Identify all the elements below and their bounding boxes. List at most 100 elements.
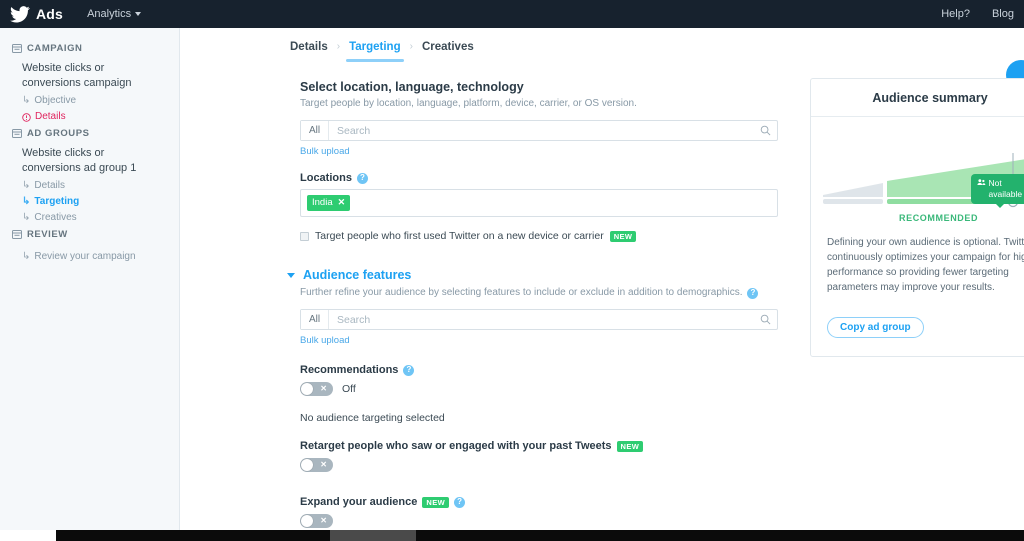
new-badge: NEW	[422, 497, 449, 509]
chevron-down-icon	[287, 273, 295, 278]
gauge-tooltip-text: Not available	[989, 178, 1024, 200]
chip-label: India	[312, 197, 333, 209]
help-icon[interactable]: ?	[454, 497, 465, 508]
main-content: Details › Targeting › Creatives Select l…	[180, 28, 1024, 530]
branch-icon: ↳	[22, 96, 30, 106]
expand-audience-toggle[interactable]: ✕	[300, 514, 333, 528]
audience-search-input[interactable]	[329, 310, 753, 329]
audience-search-row[interactable]: All	[300, 309, 778, 330]
toggle-knob	[301, 515, 313, 527]
breadcrumb-separator: ›	[337, 41, 340, 61]
new-badge: NEW	[610, 231, 637, 243]
help-icon[interactable]: ?	[403, 365, 414, 376]
recommendations-toggle-row: ✕ Off	[300, 382, 800, 396]
recommended-label: RECOMMENDED	[899, 213, 978, 223]
top-nav-right-group: Help? Blog	[919, 8, 1014, 20]
search-icon[interactable]	[753, 121, 777, 140]
retarget-label: Retarget people who saw or engaged with …	[300, 440, 612, 452]
recommendations-label: Recommendations	[300, 364, 398, 376]
audience-features-header[interactable]: Audience features	[287, 268, 800, 282]
sidebar-item-targeting[interactable]: ↳ Targeting	[0, 194, 179, 210]
branch-icon: ↳	[22, 213, 30, 223]
expand-audience-label: Expand your audience	[300, 496, 417, 508]
audience-search-scope[interactable]: All	[301, 310, 329, 329]
targeting-form: Select location, language, technology Ta…	[300, 80, 800, 530]
new-device-checkbox-row[interactable]: Target people who first used Twitter on …	[300, 230, 800, 242]
brand-logo[interactable]: Ads	[10, 6, 63, 23]
breadcrumb: Details › Targeting › Creatives	[180, 28, 1024, 62]
toggle-knob	[301, 383, 313, 395]
help-icon[interactable]: ?	[747, 288, 758, 299]
close-icon: ✕	[320, 461, 327, 469]
audience-summary-text: Defining your own audience is optional. …	[827, 235, 1024, 295]
help-icon[interactable]: ?	[357, 173, 368, 184]
location-search-scope[interactable]: All	[301, 121, 329, 140]
toggle-knob	[301, 459, 313, 471]
location-search-row[interactable]: All	[300, 120, 778, 141]
help-link[interactable]: Help?	[941, 8, 970, 20]
sidebar-item-objective[interactable]: ↳ Objective	[0, 93, 179, 109]
twitter-bird-icon	[10, 6, 30, 23]
close-icon[interactable]: ✕	[338, 197, 346, 209]
branch-icon: ↳	[22, 197, 30, 207]
review-icon	[12, 230, 22, 239]
audience-summary-header: Audience summary	[811, 79, 1024, 117]
tab-creatives[interactable]: Creatives	[422, 41, 474, 62]
audience-gauge: Not available RECOMMENDED	[811, 117, 1024, 229]
location-search-input[interactable]	[329, 121, 753, 140]
analytics-menu[interactable]: Analytics	[87, 8, 141, 20]
sidebar-item-label: Creatives	[34, 211, 76, 225]
sidebar-item-label: Review your campaign	[34, 250, 135, 264]
copy-ad-group-button[interactable]: Copy ad group	[827, 317, 924, 338]
sidebar-item-label: Targeting	[34, 195, 79, 209]
branch-icon: ↳	[22, 252, 30, 262]
sidebar-campaign-title[interactable]: Website clicks or conversions campaign	[0, 57, 179, 93]
sidebar-section-ad-groups: AD GROUPS	[0, 125, 179, 142]
scrollbar-thumb[interactable]	[330, 530, 416, 541]
sidebar-section-label: REVIEW	[27, 229, 68, 240]
sidebar-item-campaign-details[interactable]: Details	[0, 109, 179, 125]
tab-details[interactable]: Details	[290, 41, 328, 62]
horizontal-scrollbar[interactable]	[0, 530, 1024, 541]
retarget-toggle-row: ✕	[300, 458, 800, 472]
ad-groups-icon	[12, 129, 22, 138]
sidebar-item-ad-group-details[interactable]: ↳ Details	[0, 178, 179, 194]
expand-audience-label-row: Expand your audience NEW ?	[300, 496, 800, 508]
breadcrumb-separator: ›	[410, 41, 413, 61]
sidebar-section-label: AD GROUPS	[27, 128, 89, 139]
audience-features-title: Audience features	[303, 268, 411, 282]
audience-bulk-upload-link[interactable]: Bulk upload	[300, 335, 350, 346]
recommendations-toggle[interactable]: ✕	[300, 382, 333, 396]
new-device-checkbox[interactable]	[300, 232, 309, 241]
audience-summary-body: Defining your own audience is optional. …	[811, 229, 1024, 356]
sidebar-section-review: REVIEW	[0, 226, 179, 243]
no-targeting-note: No audience targeting selected	[300, 412, 800, 424]
top-navigation-bar: Ads Analytics Help? Blog	[0, 0, 1024, 28]
locations-label-row: Locations ?	[300, 172, 800, 184]
recommendations-label-row: Recommendations ?	[300, 364, 800, 376]
audience-summary-panel: Audience summary	[810, 78, 1024, 357]
location-bulk-upload-link[interactable]: Bulk upload	[300, 146, 350, 157]
sidebar-section-label: CAMPAIGN	[27, 43, 82, 54]
audience-features-description: Further refine your audience by selectin…	[300, 286, 742, 300]
audience-features-description-row: Further refine your audience by selectin…	[300, 286, 800, 300]
brand-label: Ads	[36, 6, 63, 22]
sidebar-ad-group-title[interactable]: Website clicks or conversions ad group 1	[0, 142, 179, 178]
tab-targeting[interactable]: Targeting	[349, 41, 401, 62]
location-section-title: Select location, language, technology	[300, 80, 800, 94]
people-icon	[977, 178, 986, 187]
sidebar-item-creatives[interactable]: ↳ Creatives	[0, 210, 179, 226]
expand-audience-toggle-row: ✕	[300, 514, 800, 528]
chevron-down-icon	[135, 12, 141, 16]
search-icon[interactable]	[753, 310, 777, 329]
sidebar-item-label: Details	[34, 179, 65, 193]
blog-link[interactable]: Blog	[992, 8, 1014, 20]
recommendations-state: Off	[342, 383, 356, 395]
sidebar-item-review-campaign[interactable]: ↳ Review your campaign	[0, 249, 179, 265]
sidebar-section-campaign: CAMPAIGN	[0, 40, 179, 57]
gauge-tooltip: Not available	[971, 174, 1024, 204]
locations-chip-field[interactable]: India ✕	[300, 189, 778, 217]
location-chip-india[interactable]: India ✕	[307, 195, 350, 211]
close-icon: ✕	[320, 517, 327, 525]
retarget-toggle[interactable]: ✕	[300, 458, 333, 472]
